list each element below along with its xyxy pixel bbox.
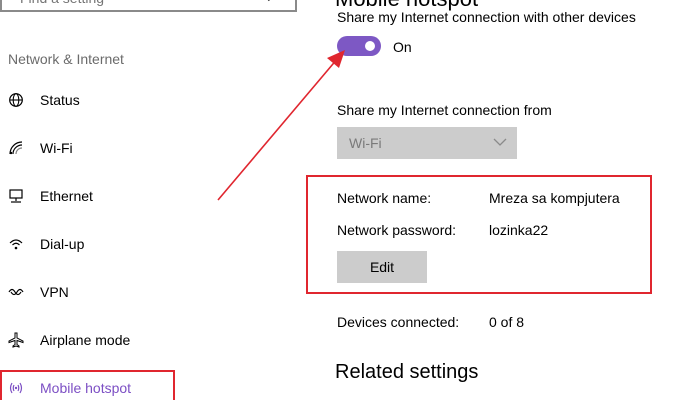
- wifi-icon: [9, 141, 23, 155]
- network-name-label: Network name:: [337, 190, 432, 206]
- share-from-value: Wi-Fi: [349, 135, 382, 151]
- share-from-select[interactable]: Wi-Fi: [337, 127, 517, 159]
- toggle-state-label: On: [393, 39, 412, 55]
- sidebar-item-label: Wi-Fi: [40, 140, 73, 156]
- network-password-label: Network password:: [337, 222, 457, 238]
- sidebar-item-ethernet[interactable]: Ethernet: [0, 180, 260, 212]
- sidebar-item-label: Status: [40, 92, 80, 108]
- sidebar-item-label: Airplane mode: [40, 332, 131, 348]
- edit-button[interactable]: Edit: [337, 251, 427, 283]
- sidebar-item-label: Dial-up: [40, 236, 85, 252]
- sidebar-item-label: VPN: [40, 284, 69, 300]
- chevron-down-icon: [493, 138, 507, 146]
- dialup-icon: [9, 239, 23, 250]
- ethernet-icon: [9, 189, 23, 203]
- network-name-value: Mreza sa kompjutera: [489, 190, 620, 206]
- sidebar-item-vpn[interactable]: VPN: [0, 276, 260, 308]
- sidebar-item-dialup[interactable]: Dial-up: [0, 228, 260, 260]
- network-password-value: lozinka22: [489, 222, 549, 238]
- search-input[interactable]: [20, 0, 240, 8]
- sidebar-item-status[interactable]: Status: [0, 84, 260, 116]
- sidebar-item-label: Ethernet: [40, 188, 93, 204]
- sidebar-section-title: Network & Internet: [8, 51, 124, 67]
- devices-connected-label: Devices connected:: [337, 314, 460, 330]
- sidebar-item-wifi[interactable]: Wi-Fi: [0, 132, 260, 164]
- vpn-icon: [8, 288, 24, 296]
- share-from-label: Share my Internet connection from: [337, 102, 552, 118]
- search-box[interactable]: [0, 0, 297, 12]
- toggle-knob: [365, 41, 375, 51]
- related-settings-heading: Related settings: [335, 361, 479, 383]
- airplane-icon: [8, 332, 24, 348]
- share-connection-label: Share my Internet connection with other …: [337, 9, 636, 25]
- share-connection-toggle[interactable]: [337, 36, 381, 56]
- sidebar-item-airplane[interactable]: Airplane mode: [0, 324, 260, 356]
- globe-icon: [9, 93, 23, 107]
- annotation-highlight-box: [0, 370, 175, 400]
- search-icon[interactable]: [267, 0, 281, 2]
- devices-connected-value: 0 of 8: [489, 314, 525, 330]
